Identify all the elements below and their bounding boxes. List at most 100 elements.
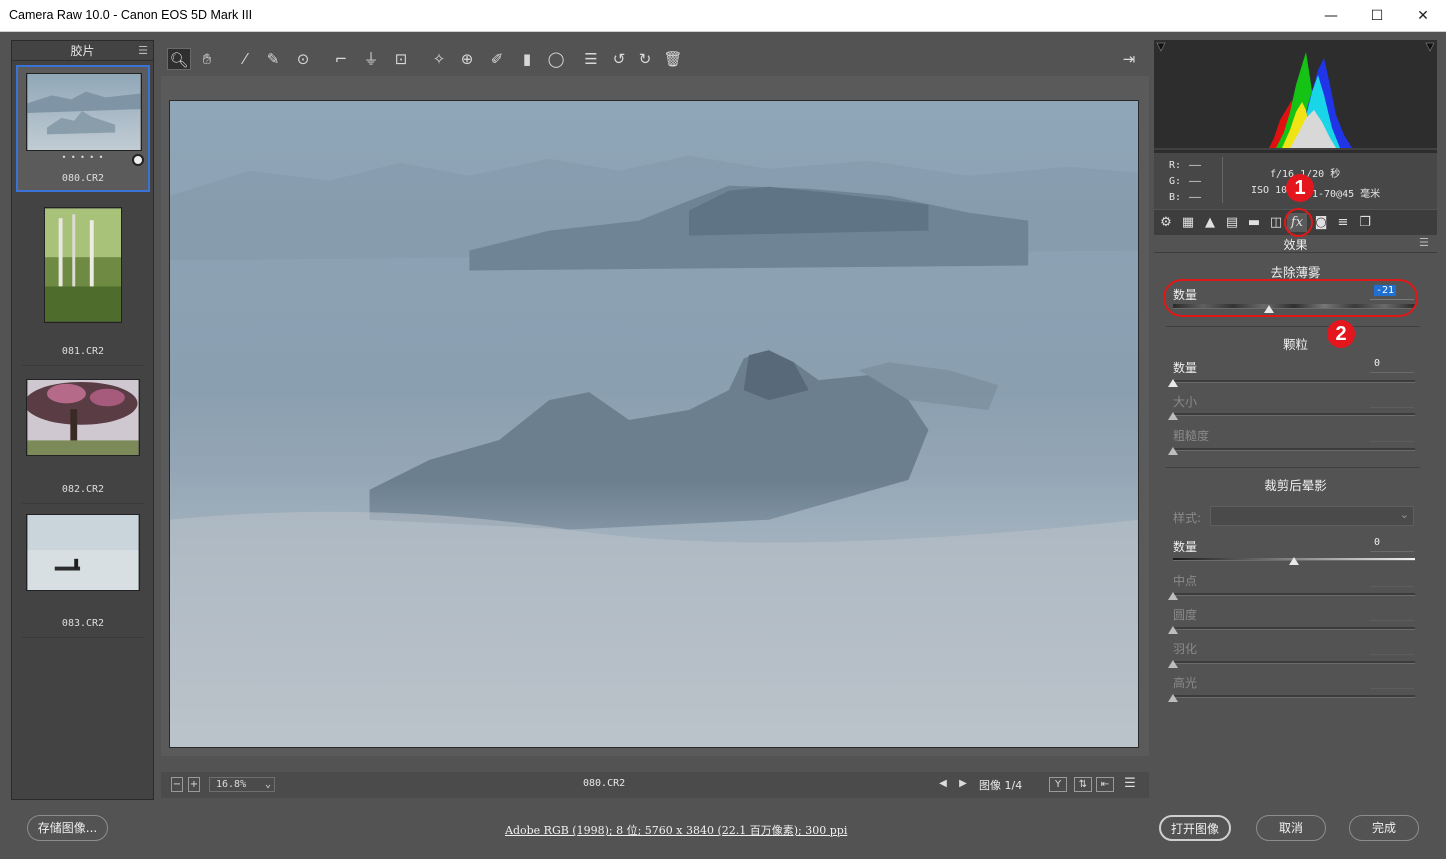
trash-icon[interactable]: 🗑︎ bbox=[661, 48, 685, 70]
targeted-adjustment-icon[interactable]: ⊙ bbox=[291, 48, 315, 70]
graduated-filter-icon[interactable]: ▮ bbox=[515, 48, 539, 70]
crop-icon[interactable]: ⌐ bbox=[329, 48, 353, 70]
filmstrip-menu-icon[interactable]: ☰ bbox=[138, 41, 148, 61]
prev-image-button[interactable]: ◀ bbox=[936, 777, 950, 792]
panel-title: 效果 bbox=[1283, 238, 1308, 252]
image-preview[interactable] bbox=[169, 100, 1139, 748]
save-image-button[interactable]: 存储图像... bbox=[27, 815, 108, 841]
toggle-settings-icon[interactable]: ☰ bbox=[1121, 777, 1139, 792]
panel-menu-icon[interactable]: ☰ bbox=[1419, 236, 1429, 249]
window-title: Camera Raw 10.0 - Canon EOS 5D Mark III bbox=[9, 8, 253, 22]
radial-filter-icon[interactable]: ◯ bbox=[544, 48, 568, 70]
thumbnail-083 bbox=[26, 514, 140, 591]
spot-removal-icon[interactable]: ✧ bbox=[427, 48, 451, 70]
filmstrip-title: 胶片 bbox=[70, 44, 95, 58]
grain-roughness-field bbox=[1370, 427, 1414, 442]
vignette-highlights-slider bbox=[1168, 694, 1415, 702]
color-sampler-icon[interactable]: ✎ bbox=[261, 48, 285, 70]
workflow-options-link[interactable]: Adobe RGB (1998); 8 位; 5760 x 3840 (22.1… bbox=[505, 822, 847, 838]
rgb-b-value: —— bbox=[1189, 192, 1202, 203]
vignette-highlights-field bbox=[1370, 674, 1414, 689]
done-button[interactable]: 完成 bbox=[1349, 815, 1419, 841]
filmstrip-panel: 胶片 ☰ • • • • • 080.CR2 081.CR2 082.CR2 0… bbox=[11, 40, 154, 800]
vignette-style-label: 样式: bbox=[1173, 511, 1202, 525]
rgb-r-label: R: bbox=[1169, 160, 1182, 171]
vignette-midpoint-field bbox=[1370, 572, 1414, 587]
fullscreen-icon[interactable]: ⇥ bbox=[1117, 48, 1141, 70]
zoom-icon[interactable]: 🔍︎ bbox=[167, 48, 191, 70]
grain-amount-slider[interactable] bbox=[1168, 379, 1415, 387]
next-image-button[interactable]: ▶ bbox=[956, 777, 970, 792]
presets-tab-icon[interactable]: ≡ bbox=[1333, 213, 1353, 232]
tone-curve-tab-icon[interactable]: ▦ bbox=[1178, 213, 1198, 232]
lens-corrections-tab-icon[interactable]: ◫ bbox=[1266, 213, 1286, 232]
rating-dots[interactable]: • • • • • bbox=[18, 153, 148, 162]
maximize-icon[interactable]: ☐ bbox=[1354, 0, 1400, 32]
annotation-ring-dehaze bbox=[1163, 279, 1418, 317]
filmstrip-item-label: 080.CR2 bbox=[61, 173, 105, 184]
minimize-icon[interactable]: — bbox=[1308, 0, 1354, 32]
vignette-midpoint-slider bbox=[1168, 592, 1415, 600]
vignette-style-select: ⌄ bbox=[1210, 506, 1414, 526]
adjusted-badge-icon bbox=[132, 154, 144, 166]
camera-calibration-tab-icon[interactable]: ◙ bbox=[1311, 213, 1331, 232]
vignette-amount-field[interactable]: 0 bbox=[1370, 537, 1414, 552]
red-eye-icon[interactable]: ⊕ bbox=[455, 48, 479, 70]
grain-amount-thumb[interactable] bbox=[1168, 379, 1178, 387]
filmstrip-item-label: 081.CR2 bbox=[61, 346, 105, 357]
snapshots-tab-icon[interactable]: ❐ bbox=[1355, 213, 1375, 232]
image-counter: 图像 1/4 bbox=[979, 779, 1023, 792]
iso-info: ISO 10 bbox=[1251, 185, 1288, 196]
preferences-icon[interactable]: ☰ bbox=[579, 48, 603, 70]
current-filename: 080.CR2 bbox=[583, 778, 626, 789]
rgb-g-value: —— bbox=[1189, 176, 1202, 187]
vignette-feather-thumb bbox=[1168, 660, 1178, 668]
grain-roughness-label: 粗糙度 bbox=[1173, 429, 1210, 443]
swap-settings-button[interactable]: ⇅ bbox=[1074, 777, 1092, 792]
vignette-feather-label: 羽化 bbox=[1173, 642, 1198, 656]
detail-tab-icon[interactable]: ▲ bbox=[1200, 213, 1220, 232]
vignette-amount-label: 数量 bbox=[1173, 540, 1198, 554]
rotate-right-icon[interactable]: ↻ bbox=[633, 48, 657, 70]
vignette-amount-slider[interactable] bbox=[1173, 557, 1415, 565]
chevron-down-icon: ⌄ bbox=[264, 779, 271, 790]
grain-amount-field[interactable]: 0 bbox=[1370, 358, 1414, 373]
split-toning-tab-icon[interactable]: ▬ bbox=[1244, 213, 1264, 232]
vignette-roundness-slider bbox=[1168, 626, 1415, 634]
open-image-button[interactable]: 打开图像 bbox=[1159, 815, 1231, 841]
zoom-level-value: 16.8% bbox=[216, 779, 247, 790]
chevron-down-icon: ⌄ bbox=[1399, 508, 1409, 521]
hand-icon[interactable]: ✋︎ bbox=[195, 48, 219, 70]
straighten-icon[interactable]: ⏚ bbox=[359, 48, 383, 70]
basic-tab-icon[interactable]: ⚙ bbox=[1156, 213, 1176, 232]
close-icon[interactable]: ✕ bbox=[1400, 0, 1446, 32]
zoom-out-button[interactable]: − bbox=[171, 777, 183, 792]
hsl-tab-icon[interactable]: ▤ bbox=[1222, 213, 1242, 232]
filmstrip-item-label: 083.CR2 bbox=[61, 618, 105, 629]
filmstrip-item-082[interactable]: 082.CR2 bbox=[16, 379, 150, 509]
adjustment-brush-icon[interactable]: ✐ bbox=[485, 48, 509, 70]
white-balance-icon[interactable]: ⁄ bbox=[233, 48, 257, 70]
vignette-highlights-label: 高光 bbox=[1173, 676, 1198, 690]
vignette-roundness-label: 圆度 bbox=[1173, 608, 1198, 622]
filmstrip-item-083[interactable]: 083.CR2 bbox=[16, 514, 150, 644]
cancel-button[interactable]: 取消 bbox=[1256, 815, 1326, 841]
preview-statusbar: − + 16.8% ⌄ 080.CR2 ◀ ▶ 图像 1/4 Y ⇅ ⇤ ☰ bbox=[161, 772, 1149, 798]
rgb-r-value: —— bbox=[1189, 160, 1202, 171]
thumbnail-082 bbox=[26, 379, 140, 456]
filmstrip-header: 胶片 ☰ bbox=[12, 41, 153, 61]
annotation-step-2: 2 bbox=[1327, 320, 1355, 348]
zoom-level-select[interactable]: 16.8% ⌄ bbox=[209, 777, 275, 792]
rotate-left-icon[interactable]: ↺ bbox=[607, 48, 631, 70]
before-after-y-button[interactable]: Y bbox=[1049, 777, 1067, 792]
copy-settings-button[interactable]: ⇤ bbox=[1096, 777, 1114, 792]
annotation-step-1: 1 bbox=[1286, 174, 1314, 202]
filmstrip-item-081[interactable]: 081.CR2 bbox=[16, 207, 150, 367]
vignette-midpoint-thumb bbox=[1168, 592, 1178, 600]
vignette-highlights-thumb bbox=[1168, 694, 1178, 702]
transform-icon[interactable]: ⊡ bbox=[389, 48, 413, 70]
zoom-in-button[interactable]: + bbox=[188, 777, 200, 792]
filmstrip-item-080[interactable]: • • • • • 080.CR2 bbox=[16, 65, 150, 192]
vignette-amount-thumb[interactable] bbox=[1289, 557, 1299, 565]
rgb-g-label: G: bbox=[1169, 176, 1182, 187]
